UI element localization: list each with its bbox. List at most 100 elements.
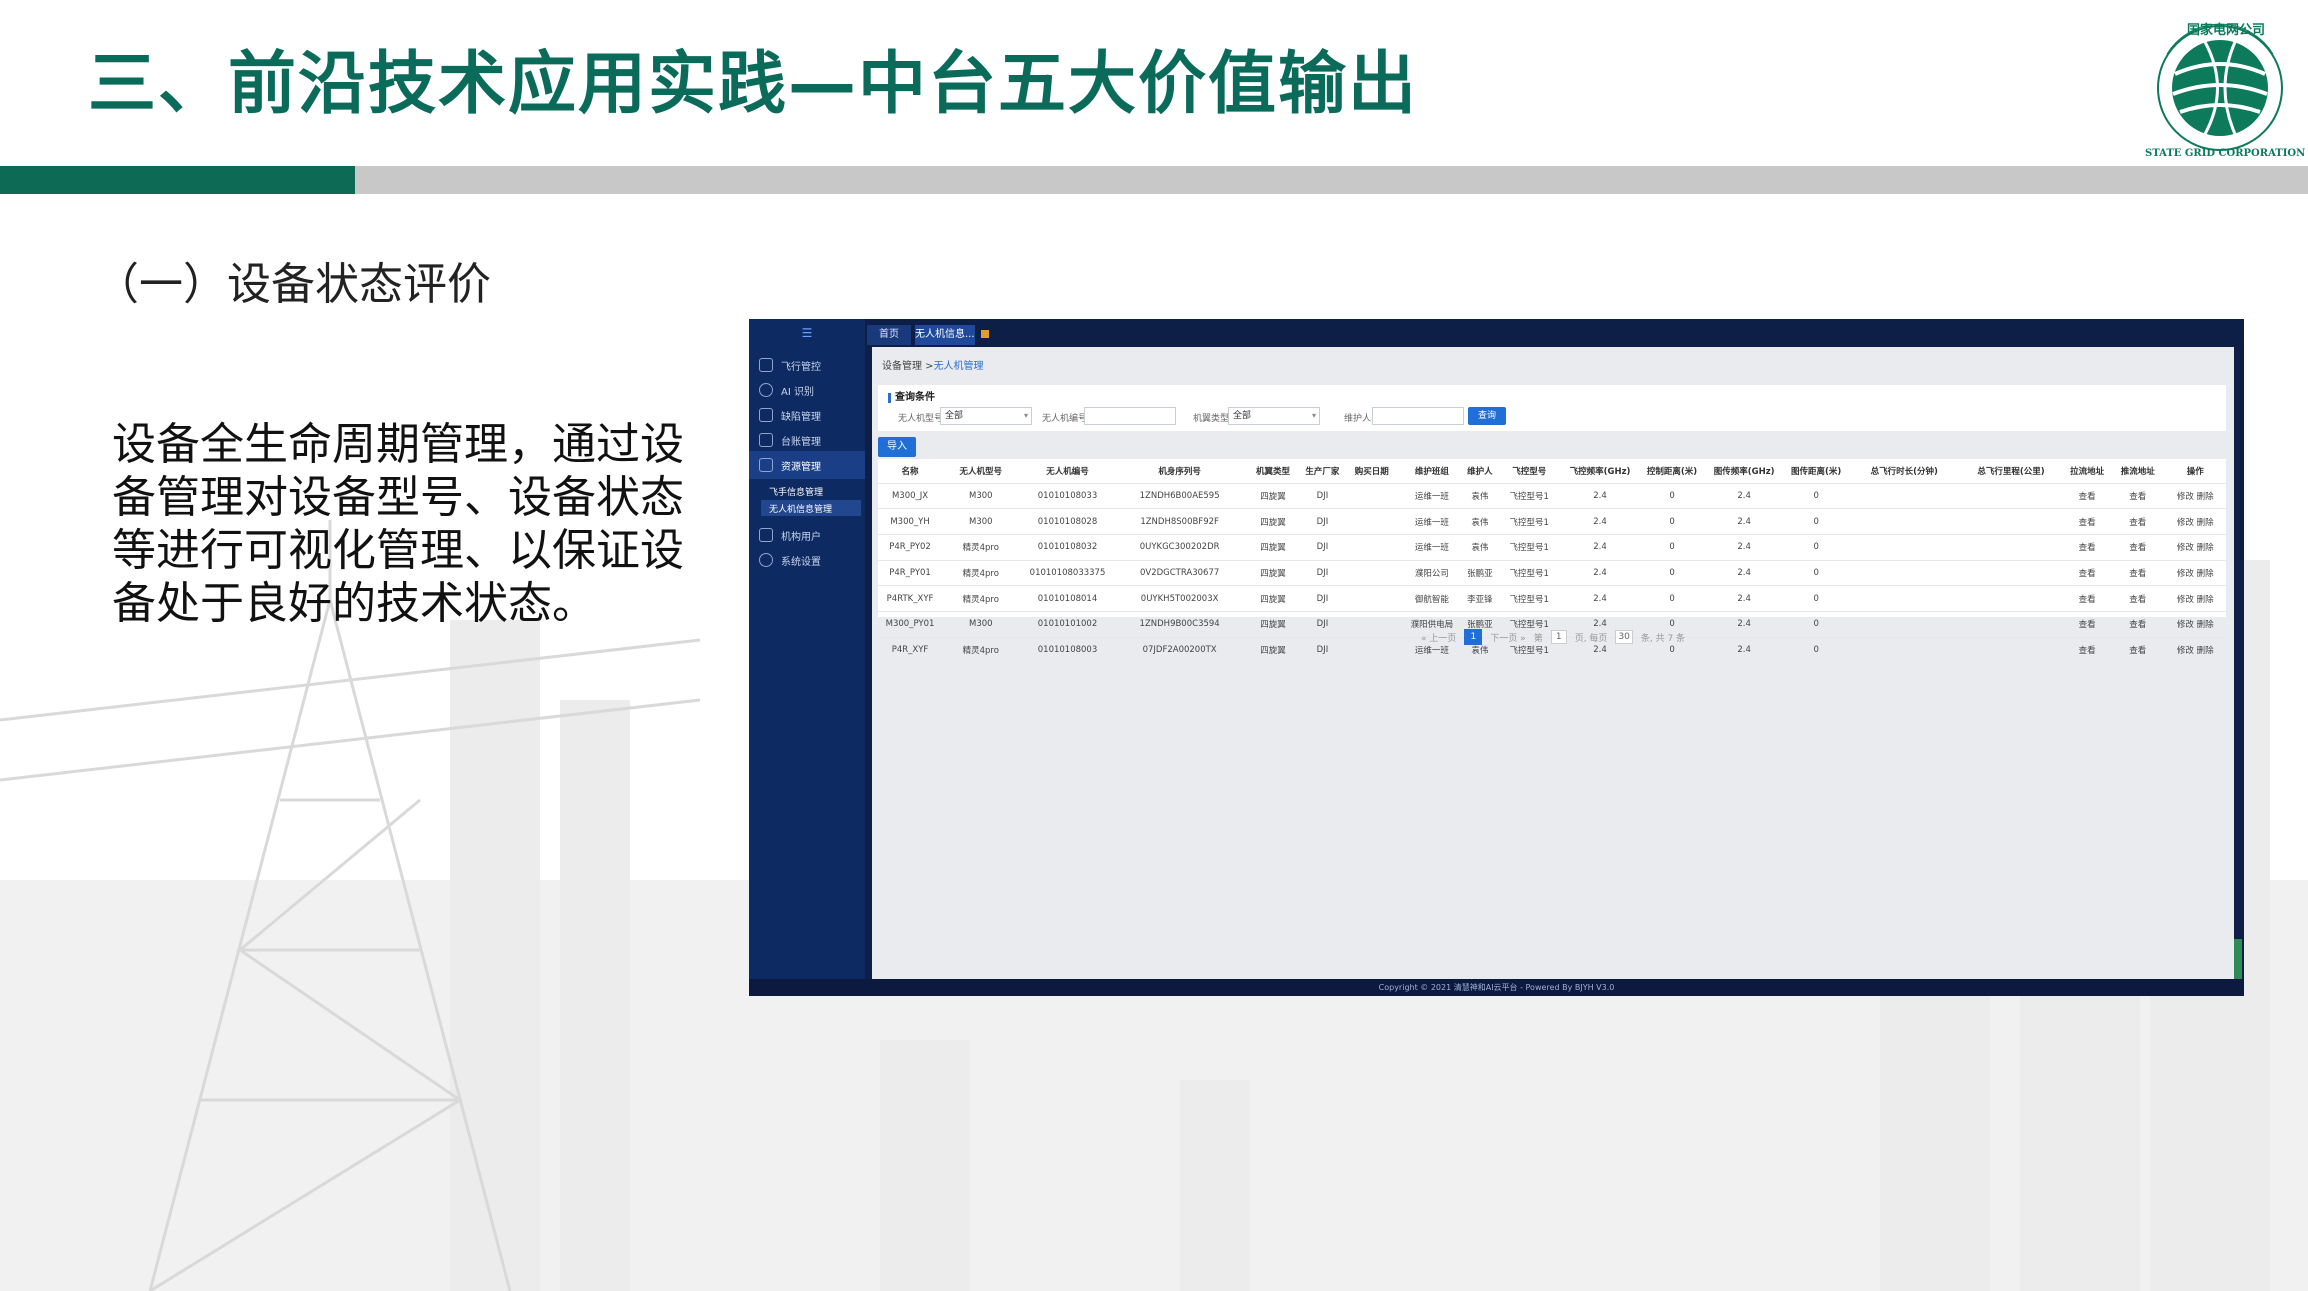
table-cell [1342,508,1402,535]
table-cell: M300_YH [878,508,943,535]
table-cell: 2.4 [1705,508,1783,535]
view-link[interactable]: 查看 [2111,508,2165,535]
sidebar-item-label: 飞行管控 [781,361,821,373]
view-link[interactable]: 查看 [2063,482,2112,509]
column-header: 总飞行里程(公里) [1977,466,2045,477]
table-cell: 精灵4pro [942,585,1020,612]
view-link[interactable]: 查看 [2063,508,2112,535]
sidebar-item-resource[interactable]: 资源管理 [749,451,865,479]
view-link[interactable]: 查看 [2063,533,2112,561]
table-cell: 李亚锋 [1462,585,1498,612]
table-cell: 0 [1638,508,1706,535]
table-cell [1342,585,1402,612]
table-cell: 0 [1782,559,1850,586]
table-row: M300_JX M300 01010108033 1ZNDH6B00AE595 四旋翼 D… [878,482,2226,509]
table-cell: DJI [1302,559,1343,586]
table-cell: 袁伟 [1462,482,1498,509]
pagination: « 上一页 1 下一页 » 第 1 页, 每页 30 条, 共 7 条 [872,627,2234,647]
table-cell: 2.4 [1705,585,1783,612]
header-accent-bar [0,166,355,194]
table-cell [1958,559,2064,586]
page-number-current[interactable]: 1 [1464,629,1483,645]
sidebar-subitem-drone-info[interactable]: 无人机信息管理 [761,500,861,516]
table-cell: 1ZNDH8S00BF92F [1115,508,1244,535]
sidebar-item-label: AI 识别 [781,386,814,398]
column-header: 无人机编号 [1046,466,1089,477]
drone-number-input[interactable] [1084,407,1176,425]
tab-label: 无人机信息... [915,329,975,340]
table-cell: 飞控型号1 [1497,585,1562,612]
column-header: 名称 [901,466,919,477]
goto-page-input[interactable]: 1 [1550,630,1567,644]
table-cell [1958,482,2064,509]
table-cell: 袁伟 [1462,508,1498,535]
row-actions[interactable]: 修改 删除 [2164,585,2226,612]
sidebar-item-ledger[interactable]: 台账管理 [749,426,865,454]
row-actions[interactable]: 修改 删除 [2164,559,2226,586]
drone-number-label: 无人机编号: [1042,414,1091,424]
table-cell: 濮阳公司 [1401,559,1463,586]
gear-icon [759,553,773,567]
sidebar-item-defect[interactable]: 缺陷管理 [749,401,865,429]
prev-page-link[interactable]: « 上一页 [1421,631,1456,644]
table-row: P4RTK_XYF 精灵4pro 01010108014 0UYKH5T002003X… [878,585,2226,612]
table-cell [1849,559,1959,586]
table-cell: P4R_PY02 [878,533,943,561]
row-actions[interactable]: 修改 删除 [2164,482,2226,509]
model-select[interactable]: 全部 ▾ [940,407,1032,425]
column-header: 图传距离(米) [1791,466,1842,477]
table-cell: 0UYKGC300202DR [1115,533,1244,561]
tab-drone-info[interactable]: 无人机信息... [915,325,989,345]
column-header: 控制距离(米) [1646,466,1698,477]
close-icon[interactable] [980,330,989,338]
column-header: 总飞行时长(分钟) [1870,466,1938,477]
maintainer-input[interactable] [1372,407,1464,425]
org-icon [759,528,773,542]
table-cell: 0 [1782,508,1850,535]
view-link[interactable]: 查看 [2063,585,2112,612]
row-actions[interactable]: 修改 删除 [2164,533,2226,561]
ai-icon [759,383,773,397]
column-header: 维护班组 [1414,466,1449,477]
view-link[interactable]: 查看 [2111,585,2165,612]
next-page-link[interactable]: 下一页 » [1490,631,1525,644]
view-link[interactable]: 查看 [2111,533,2165,561]
table-cell: 1ZNDH6B00AE595 [1115,482,1244,509]
menu-icon[interactable]: ☰ [799,327,815,339]
sidebar-item-flight-control[interactable]: 飞行管控 [749,351,865,379]
table-cell: 2.4 [1705,533,1783,561]
table-cell: 2.4 [1561,482,1639,509]
maintainer-label: 维护人: [1344,414,1375,424]
table-cell: 01010108028 [1019,508,1116,535]
search-button[interactable]: 查询 [1468,407,1506,425]
breadcrumb-parent[interactable]: 设备管理 [882,361,922,372]
wing-type-select[interactable]: 全部 ▾ [1228,407,1320,425]
svg-text:国家电网公司: 国家电网公司 [2187,22,2265,38]
tab-home[interactable]: 首页 [867,325,911,345]
scrollbar[interactable] [2234,939,2242,979]
sidebar-item-org-users[interactable]: 机构用户 [749,521,865,549]
table-cell: 御航智能 [1401,585,1463,612]
table-cell [1342,482,1402,509]
row-actions[interactable]: 修改 删除 [2164,508,2226,535]
sidebar-item-settings[interactable]: 系统设置 [749,546,865,574]
column-header: 维护人 [1467,466,1493,477]
model-label: 无人机型号: [898,414,947,424]
sidebar-item-label: 系统设置 [781,556,821,568]
table-cell: 0 [1638,482,1706,509]
per-page-input[interactable]: 30 [1615,630,1633,644]
view-link[interactable]: 查看 [2111,482,2165,509]
table-cell [1958,533,2064,561]
wing-type-label: 机翼类型: [1193,414,1233,424]
table-cell: 0 [1638,533,1706,561]
table-cell: 运维一班 [1401,508,1463,535]
sidebar-item-ai-recognition[interactable]: AI 识别 [749,376,865,404]
table-cell: 0 [1782,533,1850,561]
app-sidebar: ☰ 飞行管控 AI 识别 缺陷管理 台账管理 资源管理 飞手信息管理 无人机信息… [749,319,865,979]
table-cell: 袁伟 [1462,533,1498,561]
view-link[interactable]: 查看 [2063,559,2112,586]
table-cell: 四旋翼 [1243,559,1303,586]
view-link[interactable]: 查看 [2111,559,2165,586]
import-button[interactable]: 导入 [878,437,916,457]
sidebar-subitem-pilot-info[interactable]: 飞手信息管理 [761,483,861,499]
